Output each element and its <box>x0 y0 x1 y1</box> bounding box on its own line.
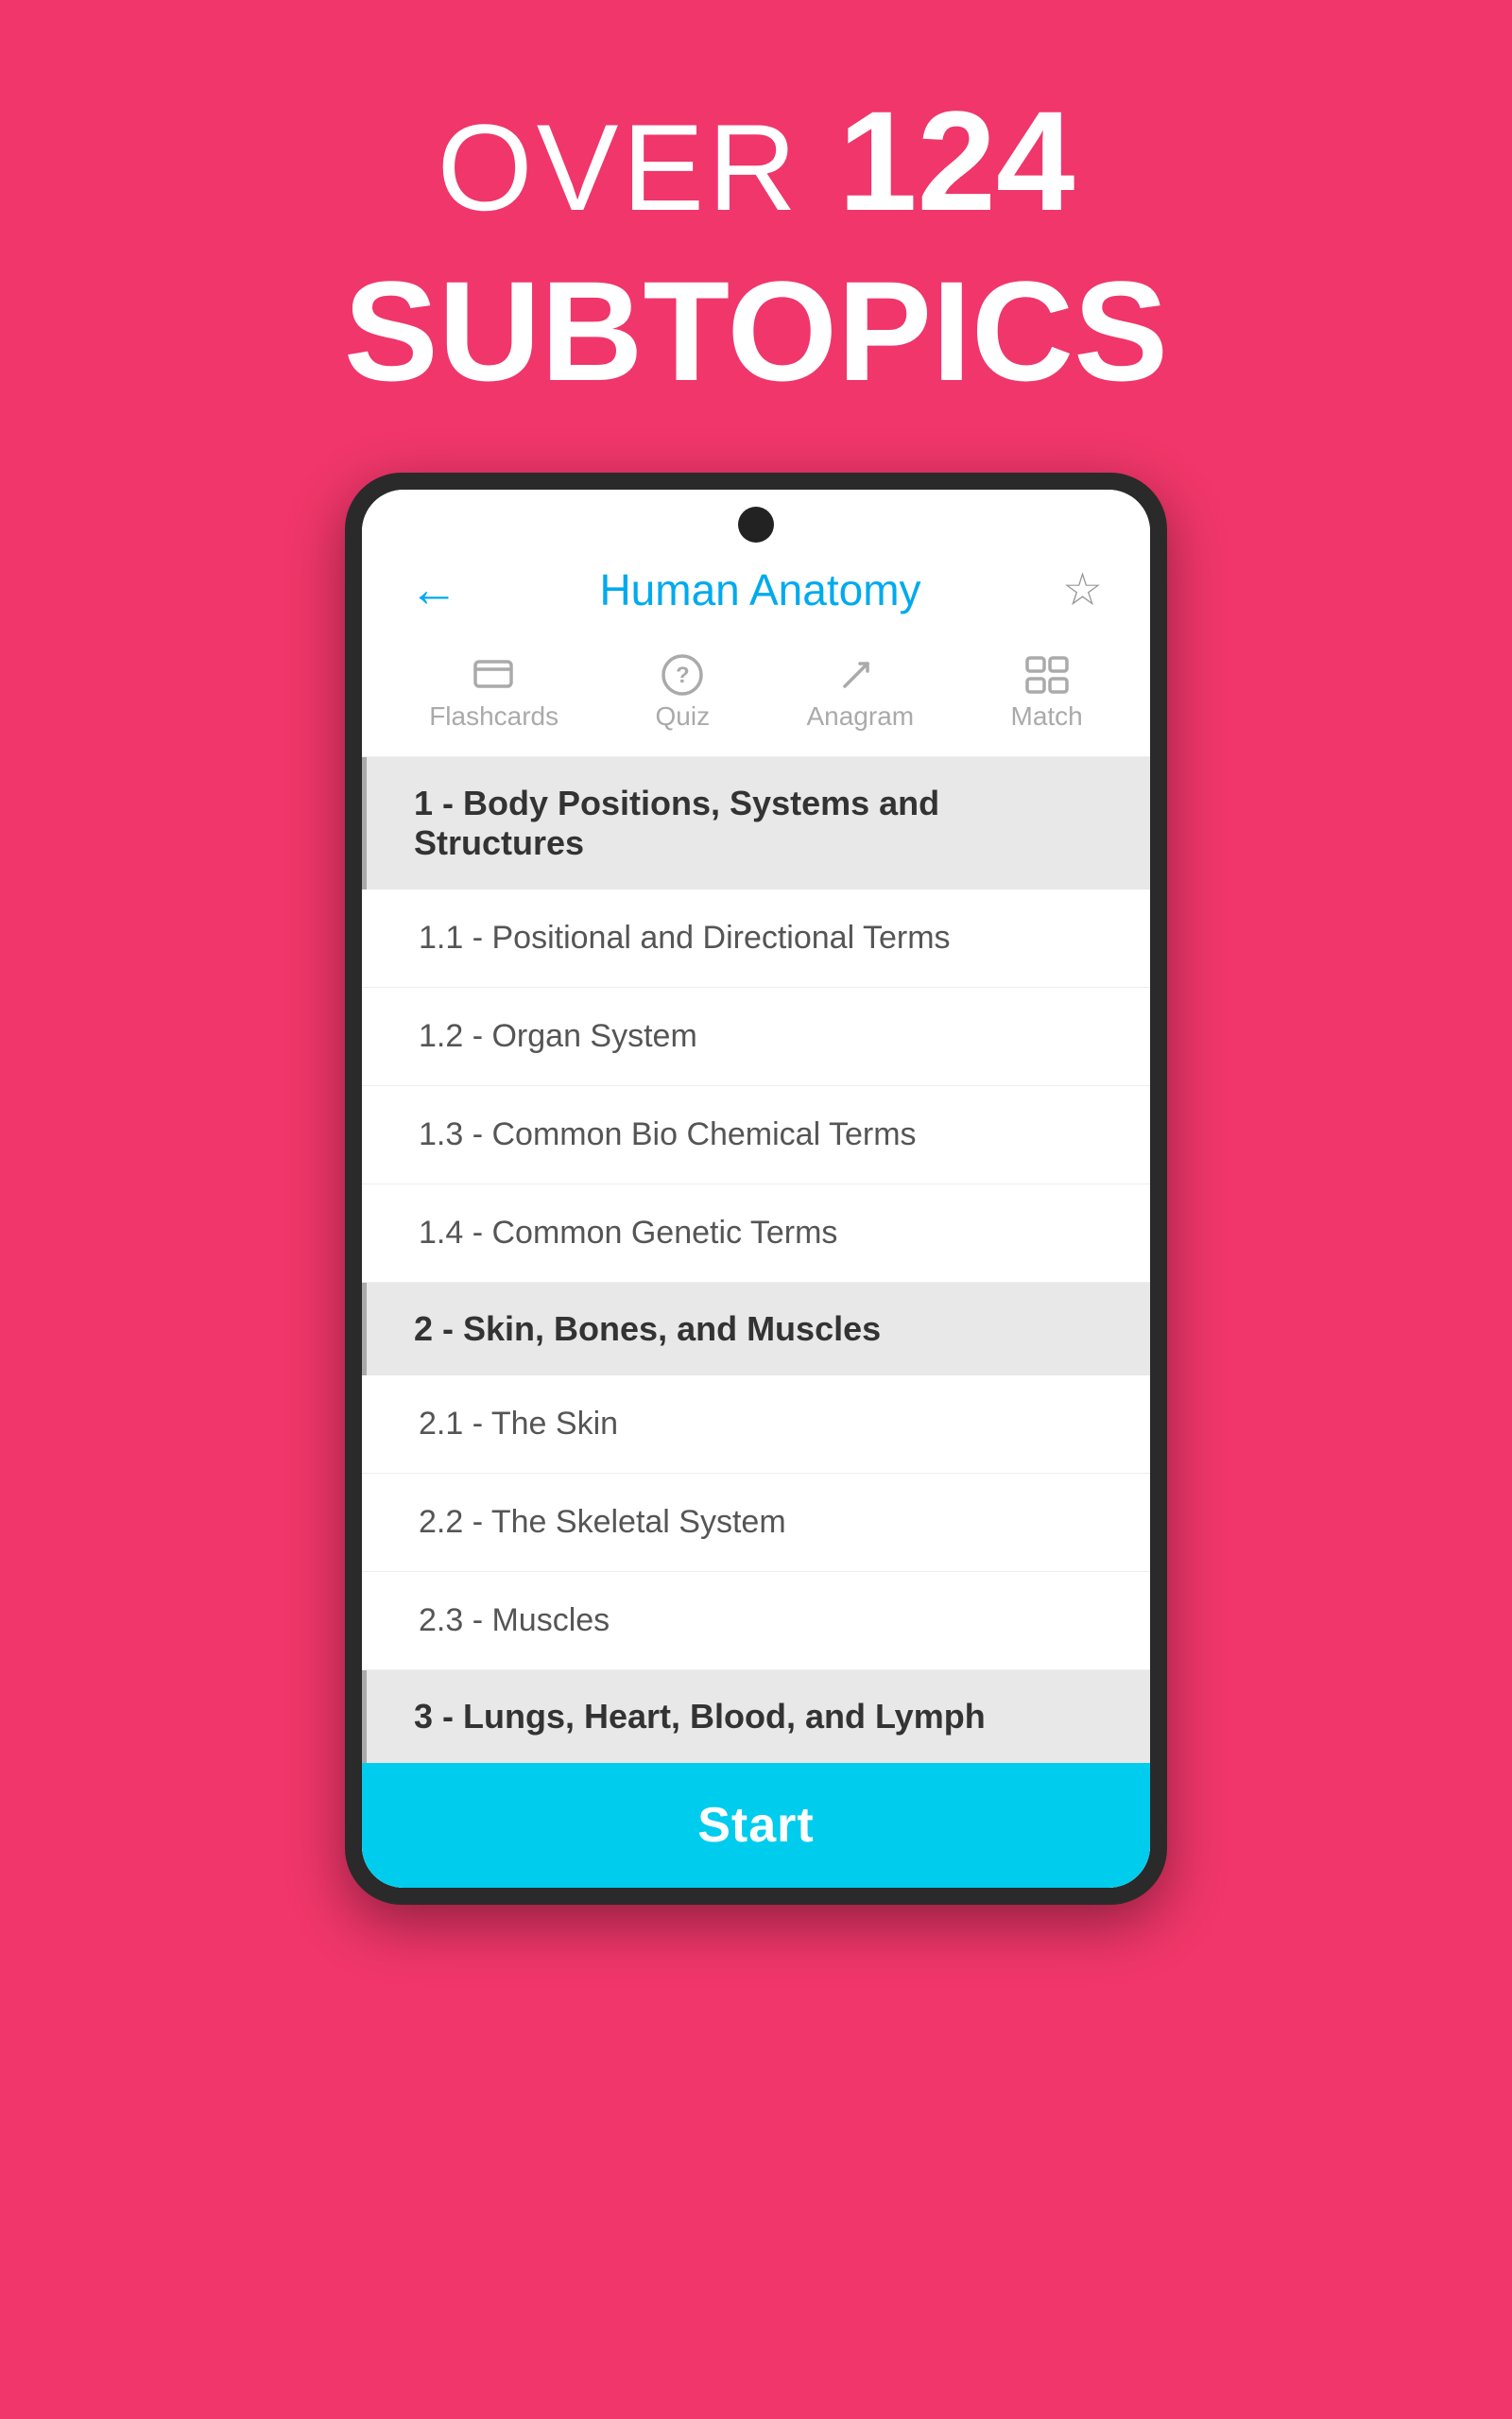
tab-anagram-label: Anagram <box>806 701 914 732</box>
content-list: 1 - Body Positions, Systems and Structur… <box>362 757 1150 1888</box>
page-title: Human Anatomy <box>599 564 920 615</box>
flashcards-icon <box>468 648 521 701</box>
tab-match-label: Match <box>1011 701 1083 732</box>
list-item[interactable]: 1.2 - Organ System <box>362 988 1150 1086</box>
item-1-3: 1.3 - Common Bio Chemical Terms <box>419 1116 917 1152</box>
tab-quiz[interactable]: ? Quiz <box>637 643 730 737</box>
section-1-title: 1 - Body Positions, Systems and Structur… <box>414 784 939 862</box>
anagram-icon <box>833 648 886 701</box>
section-2-title: 2 - Skin, Bones, and Muscles <box>414 1309 881 1348</box>
hero-line1: OVER <box>438 98 839 236</box>
phone-screen: ← Human Anatomy ☆ Flashcards ? Quiz <box>362 490 1150 1888</box>
app-header: ← Human Anatomy ☆ <box>362 552 1150 633</box>
phone-device: ← Human Anatomy ☆ Flashcards ? Quiz <box>345 473 1167 1905</box>
list-item[interactable]: 1.3 - Common Bio Chemical Terms <box>362 1086 1150 1184</box>
start-button[interactable]: Start <box>362 1763 1150 1888</box>
section-header-1[interactable]: 1 - Body Positions, Systems and Structur… <box>362 757 1150 890</box>
item-1-1: 1.1 - Positional and Directional Terms <box>419 920 951 956</box>
list-item[interactable]: 2.1 - The Skin <box>362 1375 1150 1474</box>
hero-number: 124 <box>838 81 1074 240</box>
item-2-2: 2.2 - The Skeletal System <box>419 1504 786 1540</box>
tab-flashcards[interactable]: Flashcards <box>410 643 577 737</box>
section-3-title: 3 - Lungs, Heart, Blood, and Lymph <box>414 1697 986 1736</box>
favorite-button[interactable]: ☆ <box>1062 563 1103 616</box>
match-icon <box>1021 648 1074 701</box>
item-2-1: 2.1 - The Skin <box>419 1406 618 1442</box>
item-1-4: 1.4 - Common Genetic Terms <box>419 1215 837 1251</box>
section-header-3[interactable]: 3 - Lungs, Heart, Blood, and Lymph <box>362 1670 1150 1763</box>
tab-anagram[interactable]: Anagram <box>787 643 933 737</box>
item-2-3: 2.3 - Muscles <box>419 1602 610 1638</box>
list-item[interactable]: 1.4 - Common Genetic Terms <box>362 1184 1150 1283</box>
tab-quiz-label: Quiz <box>656 701 711 732</box>
section-header-2[interactable]: 2 - Skin, Bones, and Muscles <box>362 1283 1150 1375</box>
tab-bar: Flashcards ? Quiz Anagram <box>362 633 1150 757</box>
tab-match[interactable]: Match <box>992 643 1102 737</box>
back-button[interactable]: ← <box>409 562 458 618</box>
svg-text:?: ? <box>676 663 690 688</box>
camera-notch <box>362 490 1150 552</box>
hero-line2: SUBTOPICS <box>344 246 1168 416</box>
list-item[interactable]: 2.2 - The Skeletal System <box>362 1474 1150 1572</box>
quiz-icon: ? <box>656 648 709 701</box>
list-item[interactable]: 2.3 - Muscles <box>362 1572 1150 1670</box>
list-item[interactable]: 1.1 - Positional and Directional Terms <box>362 890 1150 988</box>
tab-flashcards-label: Flashcards <box>429 701 558 732</box>
hero-section: OVER 124 SUBTOPICS <box>344 76 1168 416</box>
camera-dot <box>738 507 774 543</box>
item-1-2: 1.2 - Organ System <box>419 1018 697 1054</box>
